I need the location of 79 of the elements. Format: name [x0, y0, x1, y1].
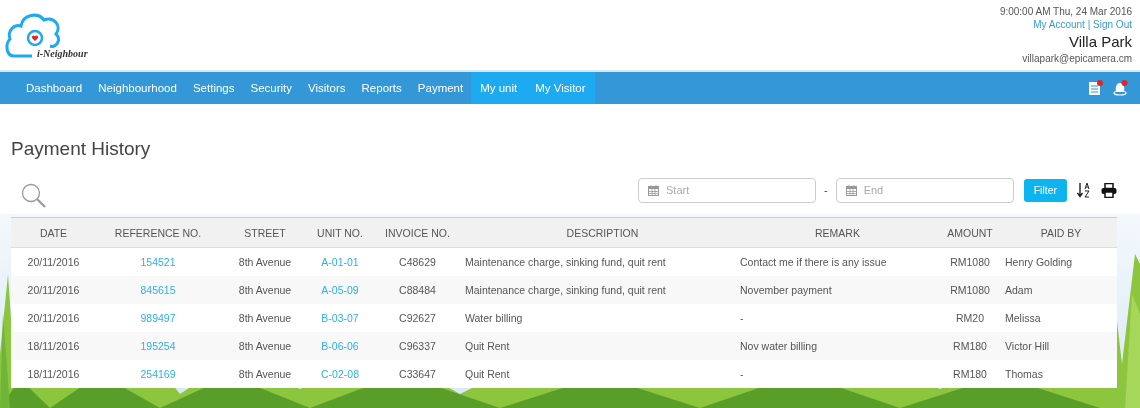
- search-icon[interactable]: [21, 183, 47, 209]
- page-title: Payment History: [11, 137, 152, 161]
- table-cell: 20/11/2016: [11, 247, 96, 276]
- table-cell: C88484: [370, 276, 465, 304]
- nav-item[interactable]: Payment: [409, 72, 472, 104]
- user-name: Villa Park: [1068, 32, 1132, 52]
- table-cell: RM180: [935, 332, 1005, 360]
- table-cell: 8th Avenue: [220, 360, 310, 388]
- column-header: STREET: [220, 217, 310, 248]
- unit-link[interactable]: B-03-07: [310, 304, 370, 332]
- table-cell: Contact me if there is any issue: [740, 247, 935, 276]
- link-separator: |: [1087, 19, 1091, 30]
- column-header: PAID BY: [1005, 217, 1117, 248]
- table-cell: 18/11/2016: [11, 332, 96, 360]
- table-cell: C92627: [370, 304, 465, 332]
- my-account-link[interactable]: My Account: [1033, 19, 1085, 30]
- print-icon[interactable]: [1101, 182, 1117, 198]
- table-cell: Maintenance charge, sinking fund, quit rent: [465, 276, 740, 304]
- logo-text: i-Neighbour: [37, 48, 88, 59]
- table-cell: 8th Avenue: [220, 332, 310, 360]
- table-cell: Nov water billing: [740, 332, 935, 360]
- nav-item[interactable]: My unit: [471, 72, 527, 104]
- notes-icon[interactable]: [1088, 80, 1103, 96]
- reference-link[interactable]: 195254: [96, 332, 220, 360]
- table-cell: 8th Avenue: [220, 276, 310, 304]
- table-cell: Thomas: [1005, 360, 1117, 388]
- table-cell: 8th Avenue: [220, 247, 310, 276]
- unit-link[interactable]: C-02-08: [310, 360, 370, 388]
- sort-icon[interactable]: [1077, 182, 1091, 198]
- column-header: UNIT NO.: [310, 217, 370, 248]
- nav-item[interactable]: Visitors: [300, 72, 354, 104]
- table-cell: RM20: [935, 304, 1005, 332]
- table-cell: 20/11/2016: [11, 304, 96, 332]
- table-cell: Quit Rent: [465, 332, 740, 360]
- nav-item[interactable]: Security: [242, 72, 301, 104]
- calendar-icon: [648, 184, 659, 196]
- nav-item[interactable]: My Visitor: [526, 72, 595, 104]
- table-cell: -: [740, 304, 935, 332]
- table-cell: -: [740, 360, 935, 388]
- user-email: villapark@epicamera.cm: [1022, 52, 1132, 65]
- table-cell: C33647: [370, 360, 465, 388]
- nav-item[interactable]: Dashboard: [18, 72, 91, 104]
- nav-item[interactable]: Neighbourhood: [90, 72, 185, 104]
- sign-out-link[interactable]: Sign Out: [1093, 19, 1132, 30]
- table-cell: Adam: [1005, 276, 1117, 304]
- table-cell: Maintenance charge, sinking fund, quit rent: [465, 247, 740, 276]
- table-cell: Henry Golding: [1005, 247, 1117, 276]
- nav-item[interactable]: Reports: [353, 72, 410, 104]
- table-cell: 18/11/2016: [11, 360, 96, 388]
- column-header: INVOICE NO.: [370, 217, 465, 248]
- column-header: REFERENCE NO.: [96, 217, 220, 248]
- unit-link[interactable]: A-01-01: [310, 247, 370, 276]
- range-dash: -: [824, 184, 828, 196]
- column-header: DATE: [11, 217, 96, 248]
- column-header: DESCRIPTION: [465, 217, 740, 248]
- column-header: REMARK: [740, 217, 935, 248]
- table-cell: 8th Avenue: [220, 304, 310, 332]
- table-cell: Melissa: [1005, 304, 1117, 332]
- table-cell: Water billing: [465, 304, 740, 332]
- unit-link[interactable]: B-06-06: [310, 332, 370, 360]
- table-cell: C48629: [370, 247, 465, 276]
- reference-link[interactable]: 254169: [96, 360, 220, 388]
- table-cell: Victor Hill: [1005, 332, 1117, 360]
- date-time: 9:00:00 AM Thu, 24 Mar 2016: [999, 5, 1132, 18]
- bell-icon[interactable]: [1113, 80, 1128, 96]
- nav-item[interactable]: Settings: [184, 72, 243, 104]
- column-header: AMOUNT: [935, 217, 1005, 248]
- reference-link[interactable]: 989497: [96, 304, 220, 332]
- table-cell: 20/11/2016: [11, 276, 96, 304]
- table-cell: November payment: [740, 276, 935, 304]
- table-cell: RM1080: [935, 247, 1005, 276]
- unit-link[interactable]: A-05-09: [310, 276, 370, 304]
- calendar-icon: [845, 184, 857, 196]
- table-cell: RM1080: [935, 276, 1005, 304]
- reference-link[interactable]: 845615: [96, 276, 220, 304]
- table-cell: Quit Rent: [465, 360, 740, 388]
- table-cell: C96337: [370, 332, 465, 360]
- table-cell: RM180: [935, 360, 1005, 388]
- reference-link[interactable]: 154521: [96, 247, 220, 276]
